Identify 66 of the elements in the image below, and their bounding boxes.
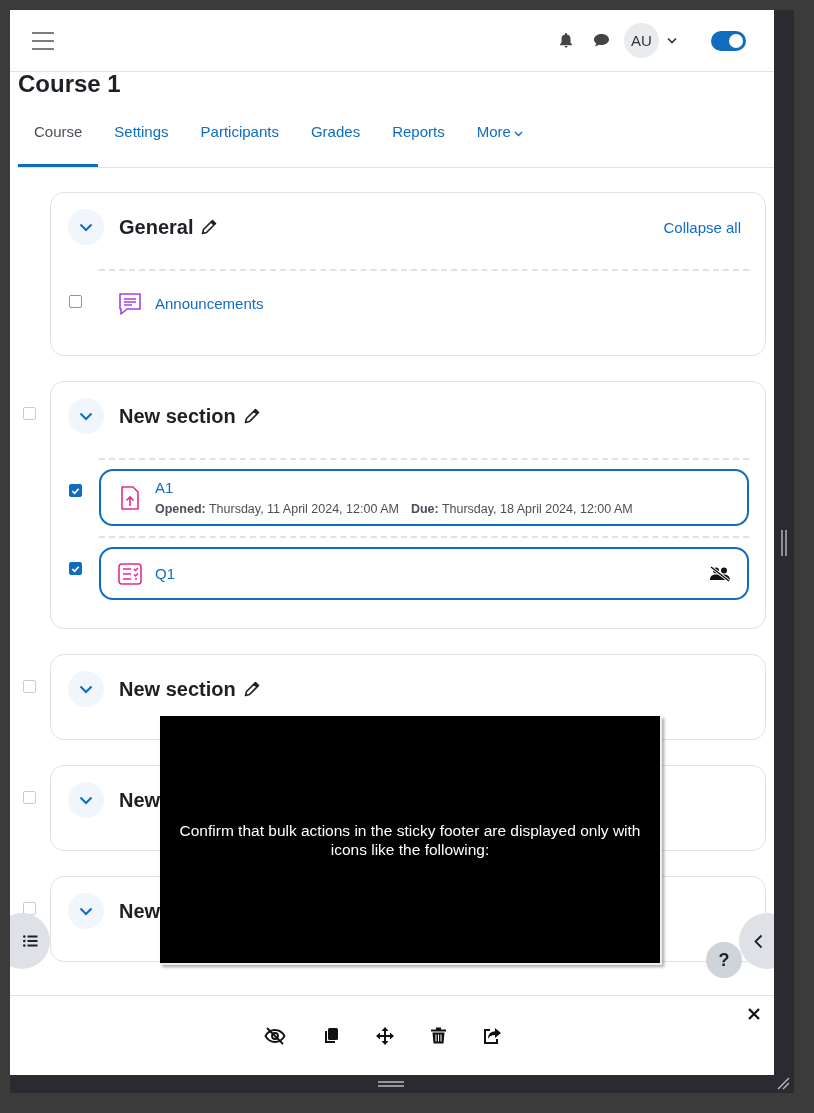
activity-link[interactable]: Q1 [155,565,175,582]
course-index-button[interactable] [10,913,50,969]
move-icon[interactable] [375,1026,394,1045]
section-checkbox[interactable] [23,407,36,420]
copy-icon[interactable] [322,1026,339,1045]
section-checkbox[interactable] [23,902,36,915]
activity-link[interactable]: A1 [155,479,633,496]
collapse-button[interactable] [68,893,104,929]
resize-handle-icon[interactable] [378,1081,404,1087]
close-icon[interactable] [748,1008,760,1020]
section-title: New section [119,677,236,701]
section-title: New [119,788,161,812]
section-title: New section [119,404,236,428]
chevron-down-icon [79,222,93,232]
collapse-button[interactable] [68,398,104,434]
collapse-button[interactable] [68,671,104,707]
bell-icon[interactable] [559,33,573,48]
help-button[interactable]: ? [706,942,742,978]
checklist-icon [117,560,143,587]
menu-icon[interactable] [32,31,54,50]
pencil-icon[interactable] [201,219,218,235]
user-avatar[interactable]: AU [624,23,659,58]
date-label: Due: [410,502,439,516]
section-checkbox[interactable] [23,680,36,693]
resize-grip-icon[interactable] [777,1077,790,1090]
pencil-icon[interactable] [243,408,260,424]
pencil-icon[interactable] [243,681,260,697]
caret-icon[interactable] [667,37,677,44]
chevron-left-icon [753,933,763,949]
course-title: Course 1 [18,72,122,96]
caption-text: Confirm that bulk actions in the sticky footer are displayed only with icons like the following: [178,820,642,859]
date-value: Thursday, 11 April 2024, 12:00 AM [208,502,399,516]
chevron-down-icon [79,795,93,805]
activity-checkbox[interactable] [69,484,82,497]
activity-checkbox[interactable] [69,295,82,308]
nav-tab[interactable]: Grades [294,100,377,167]
activity-link[interactable]: Announcements [155,295,264,312]
list-icon [22,935,38,947]
collapse-button[interactable] [68,209,104,245]
date-value: Thursday, 18 April 2024, 12:00 AM [441,502,633,516]
section-checkbox[interactable] [23,791,36,804]
activity-checkbox[interactable] [69,562,82,575]
chevron-down-icon [79,906,93,916]
edit-mode-toggle[interactable] [711,30,746,51]
nav-tab[interactable]: Reports [376,100,461,167]
hide-icon[interactable] [263,1026,286,1045]
share-icon[interactable] [482,1027,501,1044]
nav-tab[interactable]: Course [18,100,99,167]
section-title: New [119,899,161,923]
nav-tab[interactable]: Participants [184,100,295,167]
trash-icon[interactable] [430,1027,446,1044]
activity-card[interactable]: A1 Opened: Thursday, 11 April 2024, 12:00 AM Due: Thursday, 18 April 2024, 12:00 AM [99,469,749,526]
activity-card[interactable]: Announcements [99,280,749,327]
nav-tab[interactable]: More [460,100,539,167]
caret-icon [513,130,523,137]
activity-card[interactable]: Q1 [99,547,749,600]
chevron-down-icon [79,411,93,421]
section-title: General [119,215,194,239]
date-label: Opened: [155,502,206,516]
chat-icon[interactable] [593,33,610,48]
resize-handle-icon[interactable] [781,530,787,556]
collapse-all-link[interactable]: Collapse all [663,218,741,236]
collapse-button[interactable] [68,782,104,818]
forum-icon [117,290,143,317]
chevron-down-icon [79,684,93,694]
nav-tab[interactable]: Settings [98,100,185,167]
